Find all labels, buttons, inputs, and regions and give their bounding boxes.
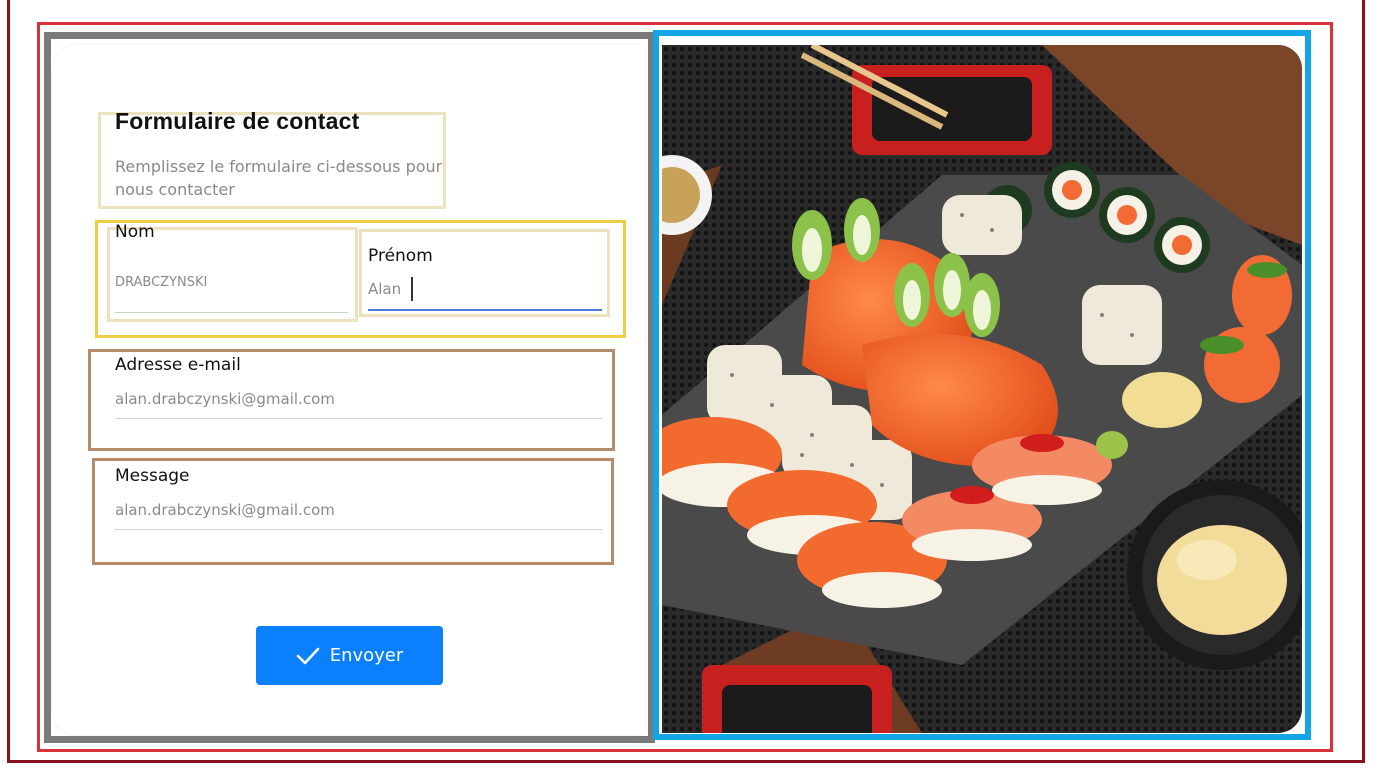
prenom-label: Prénom xyxy=(368,246,433,266)
email-input[interactable] xyxy=(115,389,595,409)
message-input[interactable] xyxy=(115,500,595,520)
nom-label: Nom xyxy=(115,222,155,242)
image-panel-frame xyxy=(653,30,1311,740)
email-label: Adresse e-mail xyxy=(115,355,241,375)
nom-input[interactable] xyxy=(115,272,345,292)
nom-underline xyxy=(115,312,348,313)
prenom-input[interactable] xyxy=(368,279,408,299)
form-subtitle: Remplissez le formulaire ci-dessous pour… xyxy=(115,157,443,199)
send-button[interactable]: Envoyer xyxy=(256,626,443,685)
text-caret xyxy=(411,277,413,301)
check-icon xyxy=(296,646,320,666)
message-underline xyxy=(115,529,602,530)
form-title: Formulaire de contact xyxy=(115,108,360,134)
email-underline xyxy=(115,418,602,419)
prenom-field-outline xyxy=(359,229,610,317)
send-button-label: Envoyer xyxy=(329,645,404,666)
message-label: Message xyxy=(115,466,190,486)
prenom-underline xyxy=(368,309,602,311)
